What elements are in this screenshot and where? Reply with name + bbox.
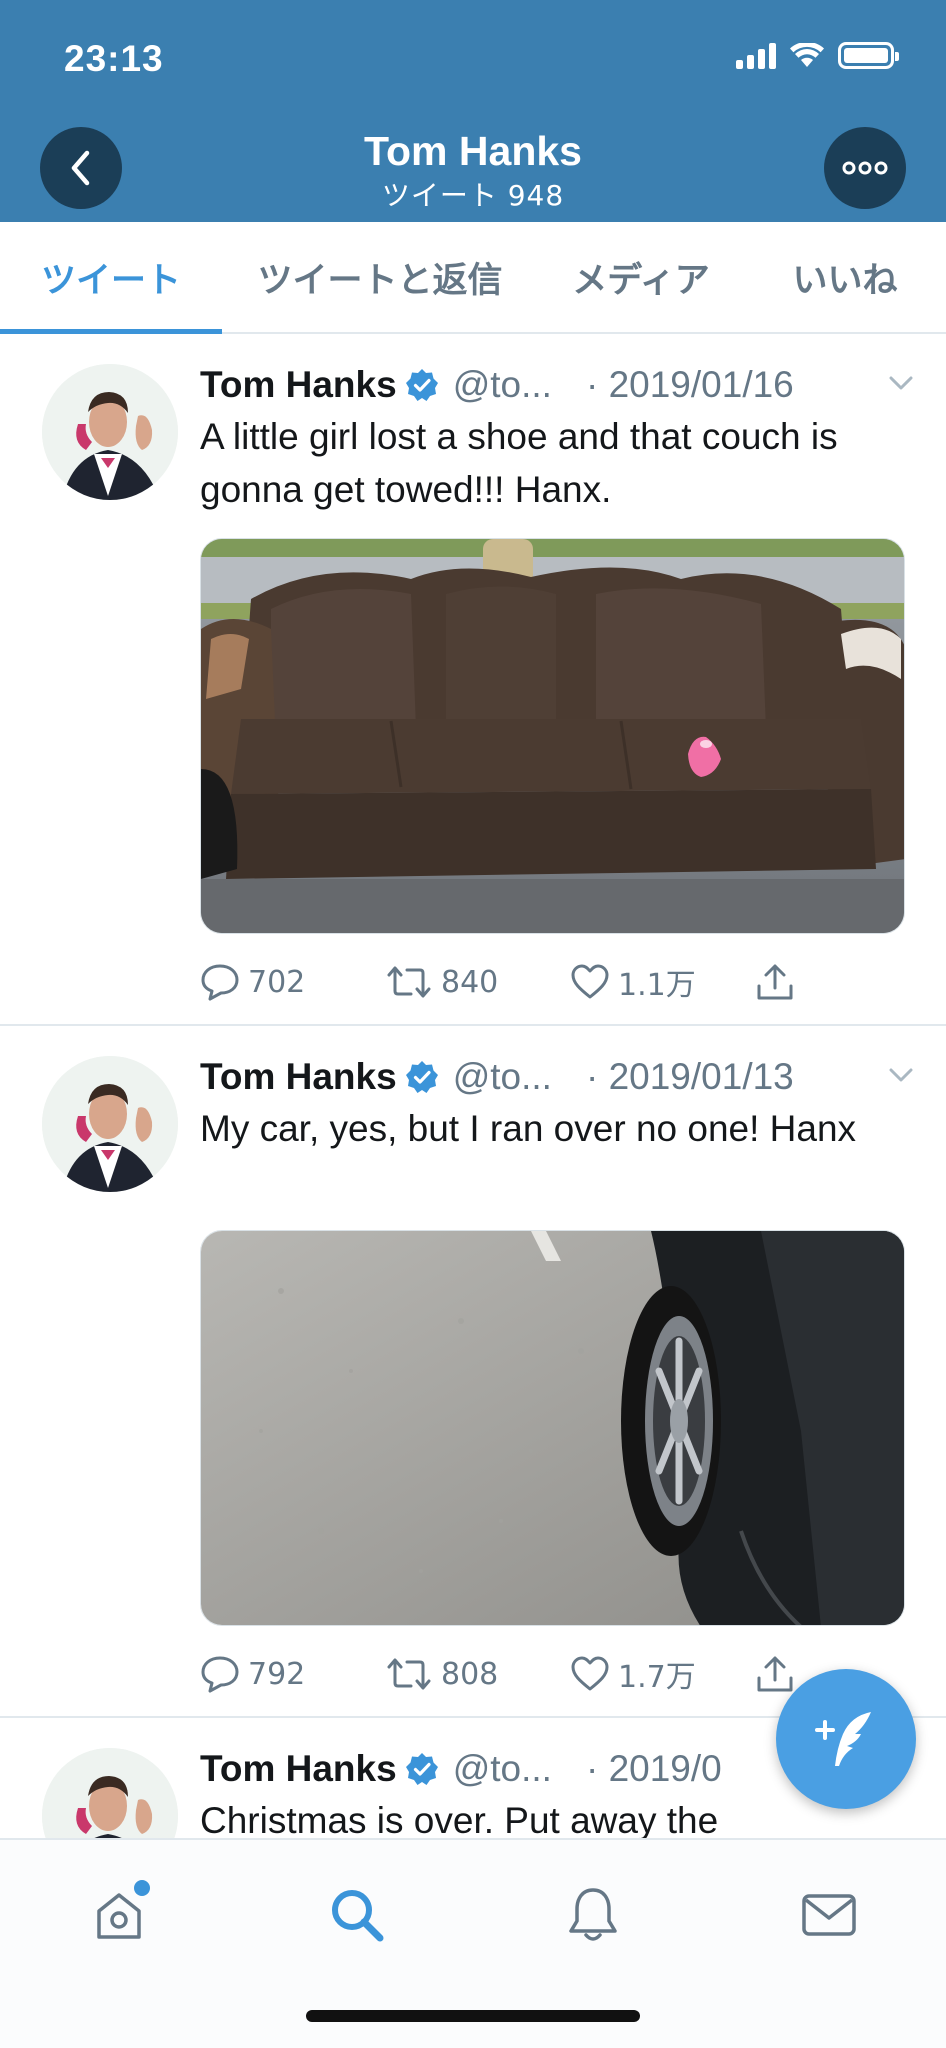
more-button[interactable] — [824, 127, 906, 209]
retweet-icon — [387, 1658, 431, 1690]
share-button[interactable] — [755, 962, 815, 1002]
author-name[interactable]: Tom Hanks — [200, 1748, 397, 1790]
author-handle[interactable]: @to... — [453, 364, 552, 406]
home-indicator[interactable] — [306, 2010, 640, 2022]
signal-icon — [736, 42, 776, 69]
nav-notifications[interactable] — [558, 1880, 628, 1950]
like-button[interactable]: 1.7万 — [570, 1652, 755, 1696]
tweet-header: Tom Hanks @to... · 2019/01/13 — [200, 1052, 916, 1102]
status-icons — [736, 42, 899, 69]
tweet-photo-car[interactable] — [200, 1230, 905, 1626]
tab-tweets[interactable]: ツイート — [0, 222, 222, 334]
page-title: Tom Hanks — [364, 128, 582, 174]
retweet-count: 840 — [441, 964, 499, 1000]
like-count: 1.7万 — [618, 1660, 696, 1695]
tab-tweets-and-replies[interactable]: ツイートと返信 — [222, 222, 538, 332]
search-icon — [332, 1890, 384, 1942]
tweet-header: Tom Hanks @to... · 2019/01/16 — [200, 360, 916, 410]
retweet-count: 808 — [441, 1656, 499, 1692]
retweet-button[interactable]: 808 — [385, 1655, 570, 1693]
author-handle[interactable]: @to... — [453, 1748, 552, 1790]
tweet-item[interactable]: Tom Hanks @to... · 2019/01/13 My car, ye… — [0, 1026, 946, 1718]
profile-header: 23:13 Tom Hanks ツイート 948 — [0, 0, 946, 222]
nav-home[interactable] — [84, 1880, 154, 1950]
mail-icon — [802, 1894, 856, 1936]
reply-icon — [201, 1656, 239, 1693]
new-content-dot — [134, 1880, 150, 1896]
tweet-actions: 792 808 1.7万 — [200, 1652, 820, 1696]
battery-icon — [838, 42, 899, 69]
avatar[interactable] — [42, 1056, 178, 1192]
wifi-icon — [790, 42, 824, 67]
heart-icon — [571, 964, 609, 999]
verified-badge-icon — [405, 369, 438, 401]
tab-likes[interactable]: いいね — [744, 222, 946, 332]
share-icon — [757, 964, 793, 1000]
nav-search[interactable] — [322, 1880, 392, 1950]
status-time: 23:13 — [64, 38, 164, 79]
tweet-actions: 702 840 1.1万 — [200, 960, 820, 1004]
avatar[interactable] — [42, 1748, 178, 1838]
heart-icon — [571, 1656, 609, 1691]
nav-messages[interactable] — [794, 1880, 864, 1950]
chevron-down-icon[interactable] — [886, 1060, 916, 1090]
bell-icon — [569, 1888, 617, 1941]
compose-tweet-button[interactable] — [776, 1669, 916, 1809]
tweet-text: Christmas is over. Put away the — [200, 1800, 719, 1838]
tweet-photo-couch[interactable] — [200, 538, 905, 934]
author-name[interactable]: Tom Hanks — [200, 1056, 397, 1098]
chevron-down-icon[interactable] — [886, 368, 916, 398]
ellipsis-icon — [842, 161, 888, 175]
tab-media[interactable]: メディア — [538, 222, 744, 332]
reply-icon — [201, 964, 239, 1001]
tweet-text: A little girl lost a shoe and that couch… — [200, 416, 838, 510]
like-button[interactable]: 1.1万 — [570, 960, 755, 1004]
share-icon — [757, 1656, 793, 1692]
compose-icon — [815, 1712, 871, 1766]
retweet-icon — [387, 966, 431, 998]
reply-count: 702 — [248, 964, 306, 1000]
retweet-button[interactable]: 840 — [385, 963, 570, 1001]
verified-badge-icon — [405, 1753, 438, 1785]
reply-button[interactable]: 702 — [200, 963, 385, 1001]
author-name[interactable]: Tom Hanks — [200, 364, 397, 406]
profile-tabs: ツイート ツイートと返信 メディア いいね — [0, 222, 946, 334]
tweet-date[interactable]: · 2019/0 — [586, 1748, 722, 1790]
tweet-item[interactable]: Tom Hanks @to... · 2019/01/16 A little g… — [0, 334, 946, 1026]
tweet-count: ツイート 948 — [381, 179, 565, 212]
author-handle[interactable]: @to... — [453, 1056, 552, 1098]
verified-badge-icon — [405, 1061, 438, 1093]
avatar[interactable] — [42, 364, 178, 500]
reply-button[interactable]: 792 — [200, 1655, 385, 1693]
like-count: 1.1万 — [618, 968, 696, 1003]
tweet-text: My car, yes, but I ran over no one! Hanx — [200, 1108, 857, 1149]
tweet-date[interactable]: · 2019/01/13 — [586, 1056, 794, 1098]
tweet-date[interactable]: · 2019/01/16 — [586, 364, 794, 406]
reply-count: 792 — [248, 1656, 306, 1692]
